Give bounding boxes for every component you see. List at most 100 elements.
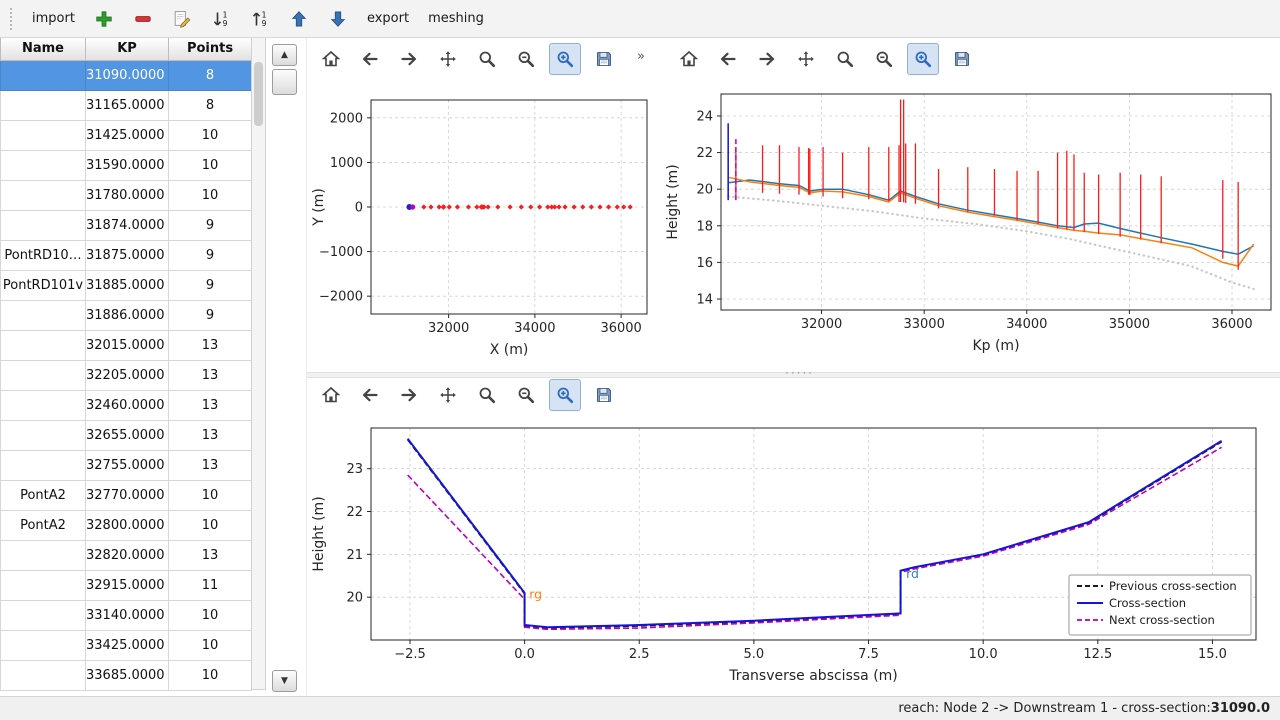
cell-kp[interactable]: 31165.0000 xyxy=(86,90,169,120)
cell-kp[interactable]: 31886.0000 xyxy=(86,300,169,330)
cell-points[interactable]: 10 xyxy=(169,660,252,690)
table-row[interactable]: 31425.000010 xyxy=(1,120,252,150)
cell-name[interactable] xyxy=(1,540,86,570)
zoom-button[interactable] xyxy=(471,379,503,411)
column-header-name[interactable]: Name xyxy=(1,38,86,60)
zoom-rect-button[interactable] xyxy=(549,379,581,411)
cell-kp[interactable]: 31780.0000 xyxy=(86,180,169,210)
cross-section-chart[interactable]: −2.50.02.55.07.510.012.515.020212223Tran… xyxy=(307,412,1280,696)
table-row[interactable]: 32015.000013 xyxy=(1,330,252,360)
table-row[interactable]: 32755.000013 xyxy=(1,450,252,480)
cell-name[interactable] xyxy=(1,570,86,600)
back-button[interactable] xyxy=(354,43,386,75)
table-row[interactable]: 33140.000010 xyxy=(1,600,252,630)
cell-points[interactable]: 9 xyxy=(169,300,252,330)
cell-kp[interactable]: 32800.0000 xyxy=(86,510,169,540)
cell-kp[interactable]: 31875.0000 xyxy=(86,240,169,270)
cell-name[interactable] xyxy=(1,60,86,90)
add-cross-section-button[interactable] xyxy=(87,5,121,33)
zoom-rect-button[interactable] xyxy=(907,43,939,75)
zoom-options-button[interactable] xyxy=(510,43,542,75)
table-row[interactable]: 31886.00009 xyxy=(1,300,252,330)
table-row[interactable]: 31090.00008 xyxy=(1,60,252,90)
cell-points[interactable]: 13 xyxy=(169,330,252,360)
cell-points[interactable]: 11 xyxy=(169,570,252,600)
cell-name[interactable] xyxy=(1,210,86,240)
cell-kp[interactable]: 33685.0000 xyxy=(86,660,169,690)
cell-kp[interactable]: 32460.0000 xyxy=(86,390,169,420)
save-figure-button[interactable] xyxy=(588,43,620,75)
export-button[interactable]: export xyxy=(360,7,416,30)
toolbar-overflow-chevron[interactable]: » xyxy=(637,49,645,64)
cell-kp[interactable]: 32915.0000 xyxy=(86,570,169,600)
cell-kp[interactable]: 31425.0000 xyxy=(86,120,169,150)
table-scrollbar[interactable] xyxy=(251,38,266,690)
pan-button[interactable] xyxy=(790,43,822,75)
cell-points[interactable]: 9 xyxy=(169,240,252,270)
cell-name[interactable] xyxy=(1,600,86,630)
zoom-rect-button[interactable] xyxy=(549,43,581,75)
cell-points[interactable]: 10 xyxy=(169,180,252,210)
pan-button[interactable] xyxy=(432,43,464,75)
table-row[interactable]: PontRD101v31885.00009 xyxy=(1,270,252,300)
import-button[interactable]: import xyxy=(25,7,82,30)
column-header-kp[interactable]: KP xyxy=(86,38,169,60)
zoom-options-button[interactable] xyxy=(510,379,542,411)
cell-points[interactable]: 9 xyxy=(169,270,252,300)
cell-points[interactable]: 8 xyxy=(169,60,252,90)
table-row[interactable]: 31590.000010 xyxy=(1,150,252,180)
cell-points[interactable]: 13 xyxy=(169,420,252,450)
forward-button[interactable] xyxy=(393,379,425,411)
table-scrollbar-thumb[interactable] xyxy=(254,62,263,126)
cell-name[interactable] xyxy=(1,300,86,330)
cell-name[interactable] xyxy=(1,360,86,390)
cell-points[interactable]: 10 xyxy=(169,480,252,510)
cell-name[interactable] xyxy=(1,330,86,360)
save-figure-button[interactable] xyxy=(588,379,620,411)
toolbar-drag-handle[interactable] xyxy=(10,8,16,30)
cell-points[interactable]: 8 xyxy=(169,90,252,120)
cell-kp[interactable]: 33425.0000 xyxy=(86,630,169,660)
sort-ascending-button[interactable]: 19 xyxy=(243,5,277,33)
edit-cross-section-button[interactable] xyxy=(165,5,199,33)
cell-kp[interactable]: 32655.0000 xyxy=(86,420,169,450)
table-row[interactable]: 32655.000013 xyxy=(1,420,252,450)
cell-kp[interactable]: 32015.0000 xyxy=(86,330,169,360)
home-button[interactable] xyxy=(673,43,705,75)
table-row[interactable]: 31780.000010 xyxy=(1,180,252,210)
table-row[interactable]: 31165.00008 xyxy=(1,90,252,120)
cell-name[interactable] xyxy=(1,450,86,480)
back-button[interactable] xyxy=(354,379,386,411)
cell-name[interactable] xyxy=(1,90,86,120)
save-figure-button[interactable] xyxy=(946,43,978,75)
cell-name[interactable] xyxy=(1,420,86,450)
table-row[interactable]: 32205.000013 xyxy=(1,360,252,390)
cell-points[interactable]: 13 xyxy=(169,390,252,420)
cell-kp[interactable]: 31090.0000 xyxy=(86,60,169,90)
cell-points[interactable]: 13 xyxy=(169,360,252,390)
cell-kp[interactable]: 32205.0000 xyxy=(86,360,169,390)
cell-kp[interactable]: 31885.0000 xyxy=(86,270,169,300)
cell-points[interactable]: 10 xyxy=(169,120,252,150)
cell-kp[interactable]: 32755.0000 xyxy=(86,450,169,480)
cell-name[interactable] xyxy=(1,150,86,180)
cell-points[interactable]: 13 xyxy=(169,540,252,570)
move-down-button[interactable] xyxy=(321,5,355,33)
table-row[interactable]: 32460.000013 xyxy=(1,390,252,420)
cell-kp[interactable]: 32820.0000 xyxy=(86,540,169,570)
table-row[interactable]: 32915.000011 xyxy=(1,570,252,600)
sort-descending-button[interactable]: 19 xyxy=(204,5,238,33)
zoom-button[interactable] xyxy=(829,43,861,75)
cell-kp[interactable]: 32770.0000 xyxy=(86,480,169,510)
remove-cross-section-button[interactable] xyxy=(126,5,160,33)
panel-scrollbar-thumb[interactable] xyxy=(272,69,297,95)
forward-button[interactable] xyxy=(751,43,783,75)
table-row[interactable]: PontA232770.000010 xyxy=(1,480,252,510)
forward-button[interactable] xyxy=(393,43,425,75)
cell-kp[interactable]: 31590.0000 xyxy=(86,150,169,180)
table-row[interactable]: 31874.00009 xyxy=(1,210,252,240)
cell-points[interactable]: 10 xyxy=(169,150,252,180)
scroll-up-button[interactable]: ▲ xyxy=(272,44,297,66)
table-row[interactable]: PontRD10…31875.00009 xyxy=(1,240,252,270)
cell-name[interactable]: PontRD10… xyxy=(1,240,86,270)
